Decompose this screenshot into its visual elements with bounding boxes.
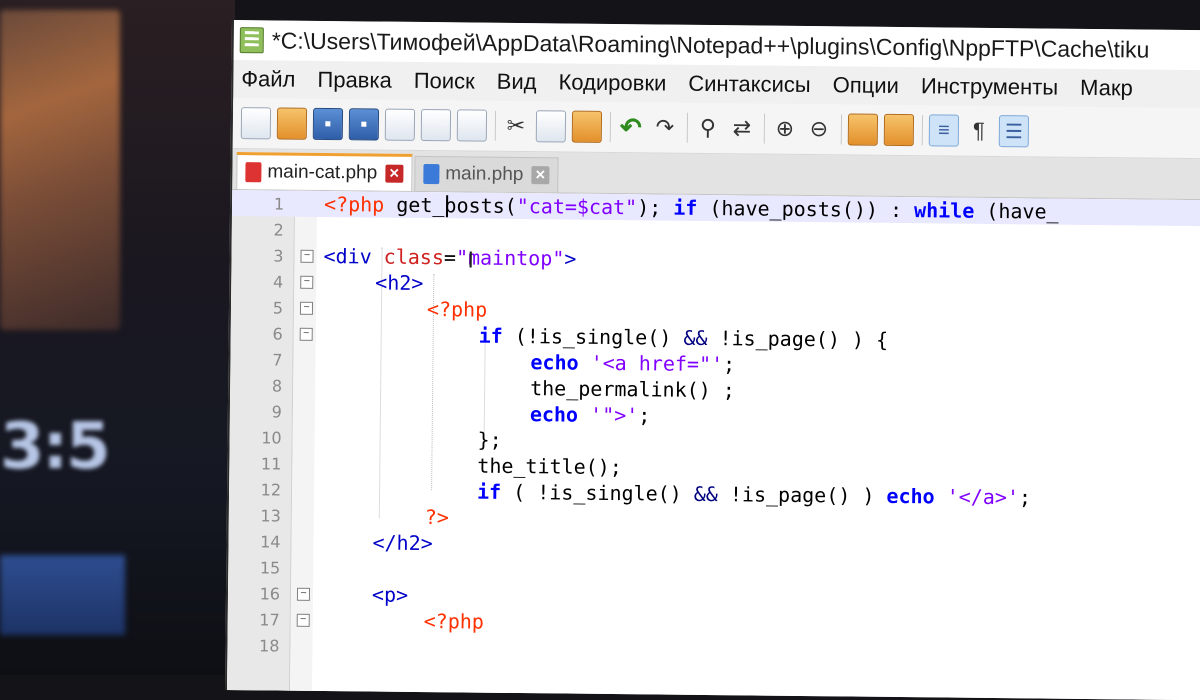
line-number: 5 — [272, 297, 284, 318]
code-text: <div class="maintop"> — [323, 243, 577, 271]
redo-icon[interactable]: ↷ — [651, 112, 679, 142]
tab-label: main.php — [445, 163, 524, 186]
code-text: <p> — [371, 582, 409, 607]
text-cursor — [445, 195, 449, 218]
cut-icon[interactable]: ✂ — [502, 111, 530, 141]
line-number: 9 — [271, 401, 283, 422]
sync-vertical-icon[interactable] — [847, 113, 879, 146]
fold-toggle-icon[interactable]: − — [300, 275, 314, 289]
background-photo — [0, 10, 120, 330]
close-all-icon[interactable] — [420, 108, 452, 142]
code-text: echo '">'; — [529, 402, 651, 428]
tab-main-php[interactable]: main.php ✕ — [414, 155, 559, 193]
line-number: 7 — [272, 349, 283, 370]
print-icon[interactable] — [456, 109, 488, 142]
background-clock-glyphs: 3:5 — [0, 410, 111, 484]
toolbar-separator — [921, 115, 924, 146]
tab-label: main-cat.php — [267, 161, 378, 184]
zoom-out-icon[interactable]: ⊖ — [805, 114, 833, 144]
notepadpp-app-icon — [239, 27, 264, 54]
fold-toggle-icon[interactable]: − — [296, 613, 310, 627]
new-file-icon[interactable] — [240, 107, 272, 140]
toolbar-separator — [840, 114, 843, 145]
line-number: 10 — [261, 427, 282, 448]
save-icon[interactable]: ▪ — [312, 107, 344, 141]
menu-encoding[interactable]: Кодировки — [558, 69, 666, 96]
desktop-background: 3:5 — [0, 0, 235, 675]
close-icon[interactable] — [384, 108, 416, 141]
menu-view[interactable]: Вид — [497, 69, 537, 95]
close-tab-icon[interactable]: ✕ — [385, 164, 404, 183]
indent-guide-icon[interactable]: ☰ — [998, 115, 1030, 148]
line-number: 11 — [260, 453, 282, 474]
code-text: the_title(); — [477, 453, 622, 480]
line-number: 14 — [260, 531, 281, 552]
code-text: <h2> — [375, 270, 424, 296]
line-number: 3 — [273, 245, 284, 266]
word-wrap-icon[interactable]: ≡ — [928, 114, 960, 147]
menu-file[interactable]: Файл — [241, 66, 295, 93]
fold-toggle-icon[interactable]: − — [299, 327, 313, 341]
paste-icon[interactable] — [571, 110, 603, 143]
line-number: 12 — [260, 479, 282, 500]
toolbar-separator — [494, 110, 497, 141]
fold-toggle-icon[interactable]: − — [299, 301, 314, 315]
menu-tools[interactable]: Инструменты — [921, 73, 1058, 100]
menu-edit[interactable]: Правка — [317, 67, 392, 94]
code-text: echo '<a href="'; — [530, 350, 736, 377]
save-all-icon[interactable]: ▪ — [348, 108, 380, 141]
copy-icon[interactable] — [535, 110, 567, 143]
background-panel — [0, 555, 125, 635]
line-number: 8 — [271, 375, 283, 396]
toolbar-separator — [686, 112, 689, 143]
code-editor[interactable]: 1 <?php get _posts("cat=$cat"); if (have_… — [226, 190, 1200, 700]
replace-icon[interactable]: ⇄ — [728, 113, 756, 143]
show-all-chars-icon[interactable]: ¶ — [965, 116, 993, 146]
fold-toggle-icon[interactable]: − — [300, 249, 314, 263]
menu-language[interactable]: Синтаксисы — [688, 71, 811, 98]
code-text: }; — [477, 427, 502, 452]
code-text: </h2> — [372, 530, 433, 556]
line-number: 13 — [260, 505, 281, 526]
modified-file-icon — [245, 162, 262, 183]
tab-main-cat-php[interactable]: main-cat.php ✕ — [236, 152, 413, 191]
toolbar-separator — [763, 113, 766, 144]
code-text: <?php — [423, 609, 485, 634]
code-text: ?> — [424, 505, 450, 530]
line-number: 4 — [272, 271, 284, 292]
line-number: 1 — [273, 193, 285, 214]
code-text: if (!is_single() && !is_page() ) { — [478, 323, 889, 352]
close-tab-icon[interactable]: ✕ — [531, 166, 550, 185]
sync-horizontal-icon[interactable] — [883, 113, 915, 147]
menu-search[interactable]: Поиск — [414, 68, 475, 95]
saved-file-icon — [423, 164, 440, 185]
fold-toggle-icon[interactable]: − — [296, 587, 311, 601]
code-text: the_permalink() ; — [530, 376, 735, 403]
line-number: 17 — [259, 609, 280, 630]
undo-icon[interactable]: ↶ — [617, 112, 645, 142]
zoom-in-icon[interactable]: ⊕ — [771, 114, 799, 144]
menu-settings[interactable]: Опции — [833, 72, 899, 99]
notepadpp-window: *C:\Users\Тимофей\AppData\Roaming\Notepa… — [224, 20, 1200, 700]
line-number: 16 — [259, 583, 281, 604]
window-title: *C:\Users\Тимофей\AppData\Roaming\Notepa… — [271, 26, 1150, 63]
toolbar-separator — [609, 111, 612, 142]
line-number: 18 — [258, 635, 280, 656]
code-text: <?php — [426, 297, 488, 322]
line-number: 2 — [273, 219, 284, 240]
find-icon[interactable]: ⚲ — [694, 113, 722, 143]
line-number: 15 — [259, 557, 281, 578]
menu-macro[interactable]: Макр — [1080, 75, 1133, 102]
open-file-icon[interactable] — [276, 107, 308, 140]
line-number: 6 — [272, 323, 283, 344]
